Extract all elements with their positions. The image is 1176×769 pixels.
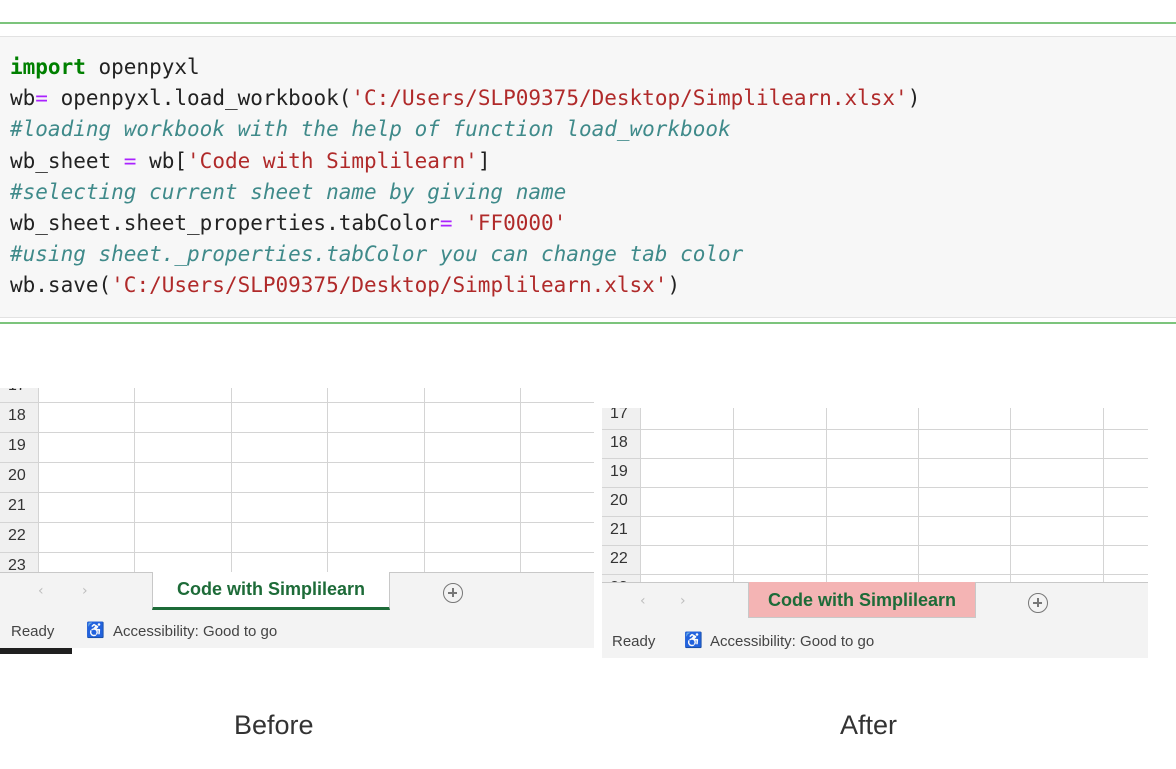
grid-column-line [1103,408,1104,584]
grid-row-line [0,402,594,403]
code-line: #using sheet._properties.tabColor you ca… [10,242,744,267]
row-number[interactable]: 17 [602,408,640,434]
code-line: #loading workbook with the help of funct… [10,117,731,142]
accessibility-icon: ♿ [86,622,105,639]
grid-column-line [424,388,425,574]
grid-column-line [1010,408,1011,584]
row-number[interactable]: 22 [0,527,38,557]
grid-column-line [134,388,135,574]
status-ready: Ready [612,633,656,650]
chevron-right-icon[interactable]: › [82,583,88,599]
chevron-right-icon[interactable]: › [680,593,686,609]
code-line: wb_sheet = wb['Code with Simplilearn'] [10,148,491,173]
grid-column-line [733,408,734,584]
sheet-tab-code-with-simplilearn[interactable]: Code with Simplilearn [152,572,390,610]
grid-row-line [602,458,1148,459]
grid-column-line [327,388,328,574]
grid-row-line [0,432,594,433]
sheet-tab-code-with-simplilearn[interactable]: Code with Simplilearn [748,582,976,618]
accessibility-icon: ♿ [684,632,703,649]
grid-row-line [602,574,1148,575]
code-line: #selecting current sheet name by giving … [10,179,567,204]
code-cell: import openpyxl wb= openpyxl.load_workboo… [0,22,1176,324]
row-number[interactable]: 20 [0,467,38,497]
grid-row-line [602,487,1148,488]
plus-circle-icon[interactable] [443,583,463,603]
status-bar: Ready ♿ Accessibility: Good to go [0,614,594,648]
excel-sheet-before: 17181920212223 ‹ › Code with Simplilearn… [0,388,594,658]
status-accessibility[interactable]: Accessibility: Good to go [113,623,277,640]
excel-sheet-after: 17181920212223 ‹ › Code with Simplilearn… [602,408,1148,658]
code-editor[interactable]: import openpyxl wb= openpyxl.load_workboo… [0,36,1176,318]
grid-column-line [918,408,919,584]
plus-circle-icon[interactable] [1028,593,1048,613]
row-number[interactable]: 21 [0,497,38,527]
chevron-left-icon[interactable]: ‹ [640,593,646,609]
horizontal-scrollbar[interactable] [0,648,72,654]
row-number[interactable]: 20 [602,492,640,521]
grid-row-line [602,545,1148,546]
code-line: wb= openpyxl.load_workbook('C:/Users/SLP… [10,86,921,111]
grid-column-line [231,388,232,574]
code-line: wb_sheet.sheet_properties.tabColor= 'FF0… [10,211,567,235]
grid-row-line [0,462,594,463]
row-number[interactable]: 19 [602,463,640,492]
status-ready: Ready [11,623,55,640]
row-number[interactable]: 21 [602,521,640,550]
row-number[interactable]: 18 [0,407,38,437]
row-number[interactable]: 18 [602,434,640,463]
chevron-left-icon[interactable]: ‹ [38,583,44,599]
sheet-tab-bar: ‹ › Code with Simplilearn [602,582,1148,625]
caption-after: After [840,710,898,740]
row-number[interactable]: 22 [602,550,640,579]
grid-row-line [0,522,594,523]
status-accessibility[interactable]: Accessibility: Good to go [710,633,874,650]
row-number[interactable]: 19 [0,437,38,467]
grid-column-line [826,408,827,584]
code-line: import openpyxl [10,55,200,79]
grid-row-line [602,429,1148,430]
grid-column-line [640,408,641,584]
sheet-tab-bar: ‹ › Code with Simplilearn [0,572,594,615]
status-bar: Ready ♿ Accessibility: Good to go [602,624,1148,658]
grid-row-line [0,552,594,553]
grid-row-line [602,516,1148,517]
caption-before: Before [234,710,314,740]
grid-column-line [520,388,521,574]
row-number[interactable]: 17 [0,388,38,407]
code-line: wb.save('C:/Users/SLP09375/Desktop/Simpl… [10,273,681,298]
grid-column-line [38,388,39,574]
grid-row-line [0,492,594,493]
